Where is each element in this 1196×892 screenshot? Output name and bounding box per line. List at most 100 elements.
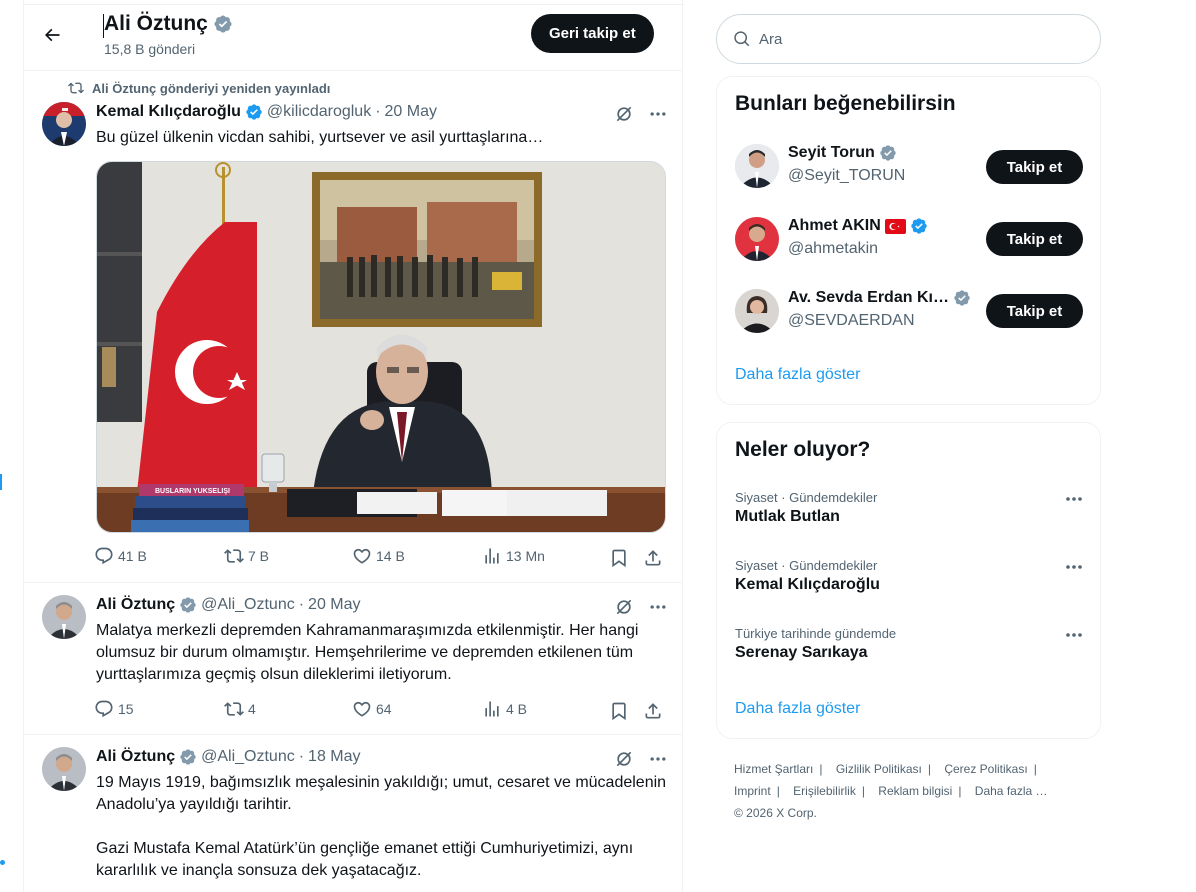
tweet-header: Ali Öztunç @Ali_Oztunc · 20 May	[96, 596, 361, 614]
tweet-header: Ali Öztunç @Ali_Oztunc · 18 May	[96, 748, 361, 766]
avatar-image	[735, 217, 779, 261]
avatar[interactable]	[42, 102, 86, 146]
repost-button[interactable]: 4	[224, 699, 256, 719]
footer-link[interactable]: Çerez Politikası	[944, 762, 1027, 776]
back-button[interactable]	[34, 17, 70, 53]
footer-separator: |	[927, 762, 931, 776]
tweet-author-handle[interactable]: @kilicdarogluk	[267, 103, 371, 121]
footer-link[interactable]: Reklam bilgisi	[878, 784, 952, 798]
trend-item[interactable]: Siyaset · Gündemdekiler Mutlak Butlan	[717, 490, 1100, 542]
views-count: 13 Mn	[506, 548, 545, 564]
avatar-image	[735, 289, 779, 333]
tweet-author-handle[interactable]: @Ali_Oztunc	[201, 596, 295, 614]
like-count: 14 B	[376, 548, 405, 564]
follow-button[interactable]: Takip et	[986, 222, 1083, 256]
trend-more-button[interactable]	[1064, 492, 1084, 506]
show-more-link[interactable]: Daha fazla göster	[735, 366, 860, 384]
tweet-card[interactable]: Ali Öztunç @Ali_Oztunc · 20 May Malatya …	[24, 583, 682, 735]
grok-icon[interactable]	[614, 597, 634, 617]
more-options-icon	[1066, 565, 1082, 569]
footer-more-link[interactable]: Daha fazla …	[975, 784, 1048, 798]
suggested-user[interactable]: Ahmet AKIN @ahmetakin Takip et	[717, 217, 1100, 289]
views-button[interactable]: 4 B	[482, 699, 527, 719]
search-bar[interactable]	[716, 14, 1101, 64]
tweet-media-image[interactable]: BUSLARIN YUKSELIŞI	[96, 161, 666, 533]
tweet-actions: 41 B 7 B 14 B 13 Mn	[94, 546, 669, 570]
search-input[interactable]	[759, 30, 1059, 48]
suggested-user-name: Ahmet AKIN	[788, 217, 928, 235]
left-edge-indicator	[0, 474, 2, 490]
avatar[interactable]	[735, 289, 779, 333]
turkey-flag-icon	[884, 218, 906, 234]
repost-button[interactable]: 7 B	[224, 546, 269, 566]
more-options-icon	[1066, 497, 1082, 501]
more-options-icon[interactable]	[648, 749, 668, 769]
trend-item[interactable]: Siyaset · Gündemdekiler Kemal Kılıçdaroğ…	[717, 558, 1100, 610]
trend-more-button[interactable]	[1064, 628, 1084, 642]
tweet-author-name[interactable]: Ali Öztunç	[96, 596, 175, 614]
bookmark-icon[interactable]	[609, 548, 629, 568]
reply-icon	[95, 547, 113, 565]
profile-name: Ali Öztunç	[104, 12, 233, 36]
avatar[interactable]	[42, 747, 86, 791]
avatar[interactable]	[42, 595, 86, 639]
heart-icon	[353, 701, 371, 717]
tweet-author-handle[interactable]: @Ali_Oztunc	[201, 748, 295, 766]
reply-button[interactable]: 41 B	[94, 546, 147, 566]
tweet-author-name[interactable]: Ali Öztunç	[96, 748, 175, 766]
tweet-card[interactable]: Kemal Kılıçdaroğlu @kilicdarogluk · 20 M…	[24, 71, 682, 583]
reply-button[interactable]: 15	[94, 699, 134, 719]
tweet-author-name[interactable]: Kemal Kılıçdaroğlu	[96, 103, 241, 121]
follow-back-button[interactable]: Geri takip et	[531, 14, 654, 53]
share-icon[interactable]	[643, 548, 663, 568]
tweet-paragraph: 19 Mayıs 1919, bağımsızlık meşalesinin y…	[96, 774, 667, 813]
verified-gray-icon	[180, 749, 196, 765]
tweet-date[interactable]: 20 May	[308, 596, 360, 614]
footer-link[interactable]: Hizmet Şartları	[734, 762, 813, 776]
share-icon[interactable]	[643, 701, 663, 721]
like-button[interactable]: 64	[352, 699, 392, 719]
follow-button[interactable]: Takip et	[986, 294, 1083, 328]
avatar[interactable]	[735, 144, 779, 188]
trend-more-button[interactable]	[1064, 560, 1084, 574]
suggested-user[interactable]: Av. Sevda Erdan Kı… @SEVDAERDAN Takip et	[717, 289, 1100, 361]
reply-count: 15	[118, 701, 134, 717]
more-options-icon[interactable]	[648, 104, 668, 124]
verified-blue-icon	[246, 104, 262, 120]
profile-header: Ali Öztunç 15,8 B gönderi Geri takip et	[24, 5, 682, 71]
who-to-follow-title: Bunları beğenebilirsin	[735, 92, 956, 115]
dot-separator: ·	[375, 103, 381, 120]
views-button[interactable]: 13 Mn	[482, 546, 545, 566]
avatar-image	[42, 102, 86, 146]
like-button[interactable]: 14 B	[352, 546, 405, 566]
suggested-user-handle: @Seyit_TORUN	[788, 167, 906, 184]
footer-separator: |	[776, 784, 780, 798]
grok-icon[interactable]	[614, 104, 634, 124]
follow-button[interactable]: Takip et	[986, 150, 1083, 184]
trend-title: Mutlak Butlan	[735, 508, 840, 525]
verified-blue-icon	[911, 218, 927, 234]
avatar-image	[735, 144, 779, 188]
tweet-date[interactable]: 20 May	[385, 103, 437, 121]
footer-separator: |	[861, 784, 865, 798]
bookmark-icon[interactable]	[609, 701, 629, 721]
verified-gray-icon	[954, 290, 970, 306]
verified-gray-icon	[214, 15, 232, 33]
suggested-user-name: Av. Sevda Erdan Kı…	[788, 289, 971, 307]
repost-icon	[224, 549, 244, 563]
avatar[interactable]	[735, 217, 779, 261]
footer-link[interactable]: Imprint	[734, 784, 771, 798]
tweet-top-actions	[614, 104, 668, 124]
footer-links: Hizmet Şartları | Gizlilik Politikası | Çe…	[734, 762, 1094, 820]
tweet-card[interactable]: Ali Öztunç @Ali_Oztunc · 18 May 19 Mayıs…	[24, 735, 682, 892]
repost-icon	[224, 702, 244, 716]
grok-icon[interactable]	[614, 749, 634, 769]
trend-title: Serenay Sarıkaya	[735, 644, 868, 661]
footer-link[interactable]: Erişilebilirlik	[793, 784, 856, 798]
tweet-date[interactable]: 18 May	[308, 748, 360, 766]
more-options-icon[interactable]	[648, 597, 668, 617]
suggested-user[interactable]: Seyit Torun @Seyit_TORUN Takip et	[717, 144, 1100, 216]
footer-link[interactable]: Gizlilik Politikası	[836, 762, 922, 776]
trend-item[interactable]: Türkiye tarihinde gündemde Serenay Sarık…	[717, 626, 1100, 678]
show-more-link[interactable]: Daha fazla göster	[735, 700, 860, 718]
